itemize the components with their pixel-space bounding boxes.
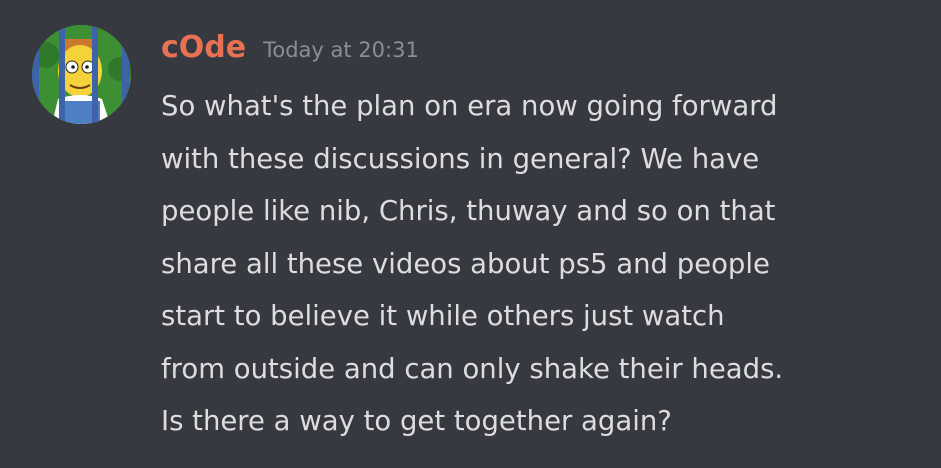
chat-pane: cOde Today at 20:31 So what's the plan o…: [0, 0, 941, 468]
message-text-line: people like nib, Chris, thuway and so on…: [161, 195, 776, 227]
message-text-line: start to believe it while others just wa…: [161, 300, 725, 332]
message-text-line: Is there a way to get together again?: [161, 405, 672, 437]
message-header: cOde Today at 20:31: [161, 30, 419, 78]
message-text-line: with these discussions in general? We ha…: [161, 142, 760, 175]
user-avatar[interactable]: [32, 25, 131, 124]
chat-message: cOde Today at 20:31 So what's the plan o…: [0, 0, 941, 468]
message-text-line: So what's the plan on era now going forw…: [161, 90, 778, 122]
avatar-image: [32, 25, 131, 124]
message-text-line: share all these videos about ps5 and peo…: [161, 247, 770, 280]
message-timestamp: Today at 20:31: [263, 38, 419, 62]
message-text-line: from outside and can only shake their he…: [161, 352, 784, 385]
username[interactable]: cOde: [161, 30, 246, 65]
message-content: So what's the plan on era now going forw…: [161, 80, 921, 448]
